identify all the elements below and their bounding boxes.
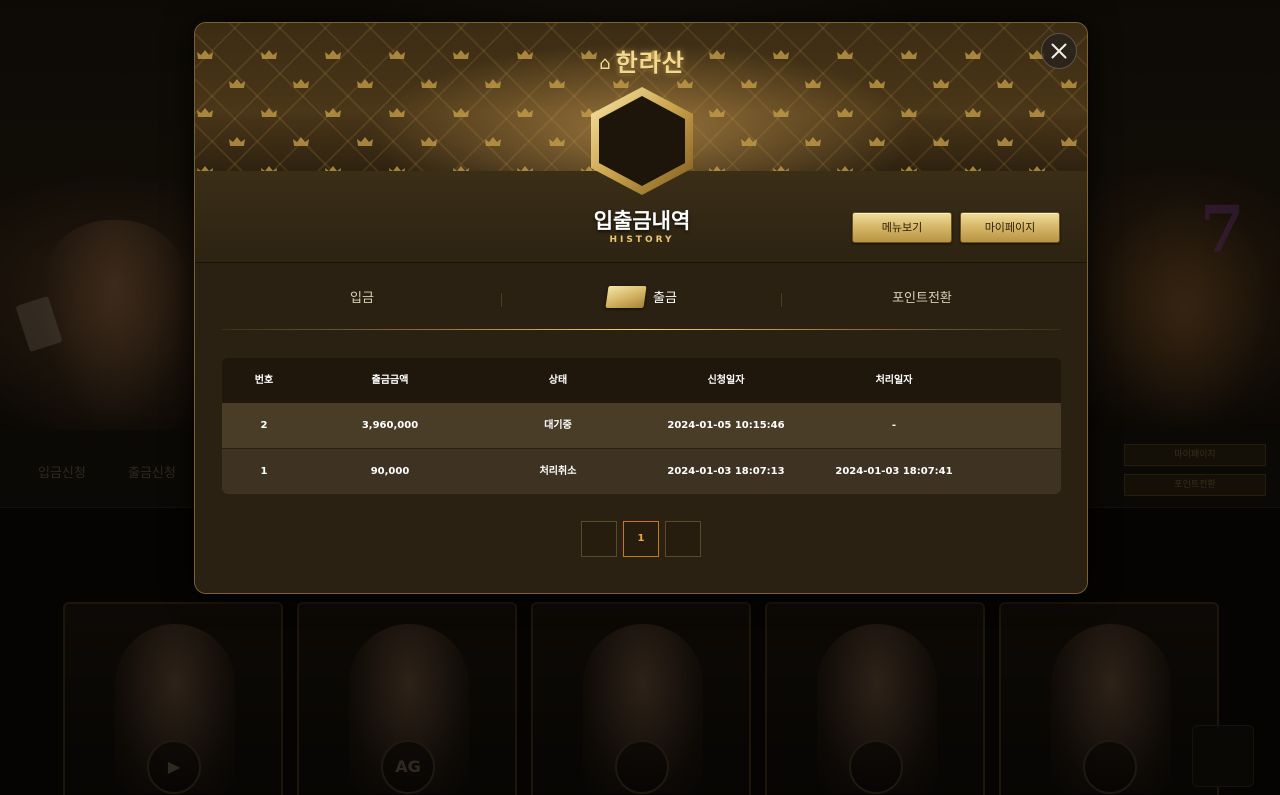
crown-icon bbox=[197, 108, 213, 117]
crown-icon bbox=[549, 79, 565, 88]
crown-icon bbox=[773, 50, 789, 59]
history-table: 번호 출금금액 상태 신청일자 처리일자 2 3,960,000 대기중 202… bbox=[222, 358, 1061, 494]
header-process-date: 처리일자 bbox=[875, 375, 913, 386]
modal-title: 입출금내역 bbox=[593, 209, 691, 233]
crown-icon bbox=[453, 108, 469, 117]
crown-icon bbox=[261, 50, 277, 59]
crown-icon bbox=[805, 79, 821, 88]
cell-amount: 3,960,000 bbox=[361, 420, 419, 431]
crown-icon bbox=[741, 137, 757, 146]
brand-logo-icon: ⌂ bbox=[599, 53, 611, 74]
crown-icon bbox=[197, 50, 213, 59]
menu-view-button[interactable]: 메뉴보기 bbox=[852, 212, 952, 243]
crown-icon bbox=[357, 79, 373, 88]
table-header-row: 번호 출금금액 상태 신청일자 처리일자 bbox=[222, 358, 1061, 403]
crown-icon bbox=[517, 108, 533, 117]
modal-subtitle: HISTORY bbox=[609, 235, 675, 245]
crown-icon bbox=[261, 108, 277, 117]
crown-icon bbox=[901, 108, 917, 117]
gold-bar-icon bbox=[605, 286, 647, 308]
crown-icon bbox=[453, 50, 469, 59]
cell-amount: 90,000 bbox=[370, 466, 410, 477]
cell-request-date: 2024-01-05 10:15:46 bbox=[667, 420, 785, 431]
tab-withdraw[interactable]: 출금 bbox=[502, 269, 782, 329]
crown-icon bbox=[709, 108, 725, 117]
table-row[interactable]: 2 3,960,000 대기중 2024-01-05 10:15:46 - bbox=[222, 403, 1061, 448]
crown-icon bbox=[997, 79, 1013, 88]
tab-underline bbox=[222, 329, 1061, 330]
crown-icon bbox=[741, 79, 757, 88]
brand-name: 한라산 bbox=[615, 49, 685, 77]
crown-icon bbox=[293, 137, 309, 146]
tab-label: 포인트전환 bbox=[892, 291, 952, 306]
cell-number: 1 bbox=[260, 466, 268, 477]
crown-icon bbox=[901, 50, 917, 59]
crown-icon bbox=[517, 50, 533, 59]
crown-icon bbox=[293, 79, 309, 88]
crown-icon bbox=[1061, 137, 1077, 146]
crown-icon bbox=[837, 50, 853, 59]
history-tabs: 입금 출금 포인트전환 bbox=[222, 269, 1061, 331]
cell-process-date: 2024-01-03 18:07:41 bbox=[835, 466, 953, 477]
crown-icon bbox=[389, 108, 405, 117]
cell-process-date: - bbox=[891, 420, 897, 431]
header-amount: 출금금액 bbox=[371, 375, 409, 386]
crown-icon bbox=[485, 79, 501, 88]
crown-icon bbox=[325, 108, 341, 117]
crown-icon bbox=[709, 50, 725, 59]
crown-icon bbox=[549, 137, 565, 146]
crown-icon bbox=[869, 137, 885, 146]
crown-icon bbox=[933, 79, 949, 88]
crown-icon bbox=[421, 137, 437, 146]
cell-number: 2 bbox=[260, 420, 268, 431]
pagination: 1 bbox=[581, 521, 703, 559]
crown-icon bbox=[773, 108, 789, 117]
page-next-button[interactable] bbox=[665, 521, 701, 557]
close-icon bbox=[1051, 43, 1067, 59]
tab-deposit[interactable]: 입금 bbox=[222, 269, 502, 329]
crown-icon bbox=[389, 50, 405, 59]
crown-icon bbox=[229, 79, 245, 88]
crown-icon bbox=[357, 137, 373, 146]
history-modal: ⌂ 한라산 입출금내역 HISTORY 메뉴보기 마이페이지 입금 출금 포인트… bbox=[194, 22, 1088, 594]
table-row[interactable]: 1 90,000 처리취소 2024-01-03 18:07:13 2024-0… bbox=[222, 449, 1061, 494]
crown-icon bbox=[965, 50, 981, 59]
crown-icon bbox=[325, 50, 341, 59]
cell-status: 처리취소 bbox=[539, 466, 577, 477]
crown-icon bbox=[869, 79, 885, 88]
header-status: 상태 bbox=[548, 375, 568, 386]
tab-point-convert[interactable]: 포인트전환 bbox=[782, 269, 1062, 329]
close-button[interactable] bbox=[1041, 33, 1077, 69]
crown-icon bbox=[1029, 108, 1045, 117]
cell-request-date: 2024-01-03 18:07:13 bbox=[667, 466, 785, 477]
crown-icon bbox=[485, 137, 501, 146]
crown-icon bbox=[933, 137, 949, 146]
hexagon-emblem bbox=[585, 85, 699, 197]
mypage-button[interactable]: 마이페이지 bbox=[960, 212, 1060, 243]
crown-icon bbox=[997, 137, 1013, 146]
modal-body: 입금 출금 포인트전환 번호 출금금액 상태 신청일자 처리일자 2 3,960… bbox=[195, 269, 1087, 593]
header-request-date: 신청일자 bbox=[707, 375, 745, 386]
tab-label: 출금 bbox=[653, 291, 677, 306]
header-number: 번호 bbox=[254, 375, 274, 386]
tab-label: 입금 bbox=[350, 291, 374, 306]
page-current-button[interactable]: 1 bbox=[623, 521, 659, 557]
crown-icon bbox=[421, 79, 437, 88]
crown-icon bbox=[229, 137, 245, 146]
crown-icon bbox=[837, 108, 853, 117]
brand-logo: ⌂ 한라산 bbox=[585, 43, 699, 77]
cell-status: 대기중 bbox=[544, 420, 572, 431]
crown-icon bbox=[965, 108, 981, 117]
crown-icon bbox=[1061, 79, 1077, 88]
page-prev-button[interactable] bbox=[581, 521, 617, 557]
crown-icon bbox=[805, 137, 821, 146]
